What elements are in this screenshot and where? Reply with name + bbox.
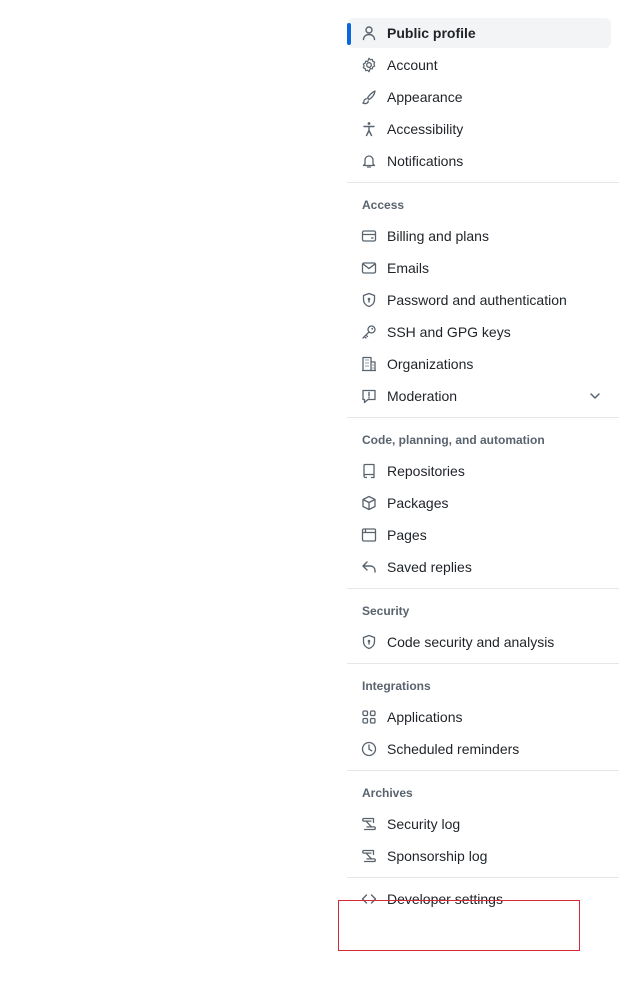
sidebar-item-label: Account — [387, 57, 438, 73]
log-icon — [361, 848, 377, 864]
shield-lock-icon — [361, 292, 377, 308]
sidebar-item-applications[interactable]: Applications — [347, 702, 619, 732]
credit-card-icon — [361, 228, 377, 244]
sidebar-item-label: Code security and analysis — [387, 634, 555, 650]
sidebar-item-public-profile[interactable]: Public profile — [347, 18, 611, 48]
bell-icon — [361, 153, 377, 169]
sidebar-item-label: Appearance — [387, 89, 463, 105]
developer-settings-highlight — [338, 900, 580, 951]
sidebar-item-password[interactable]: Password and authentication — [347, 285, 619, 315]
mail-icon — [361, 260, 377, 276]
divider — [347, 588, 619, 589]
divider — [347, 770, 619, 771]
sidebar-item-repositories[interactable]: Repositories — [347, 456, 619, 486]
sidebar-item-notifications[interactable]: Notifications — [347, 146, 619, 176]
sidebar-item-moderation[interactable]: Moderation — [347, 381, 619, 411]
repo-icon — [361, 463, 377, 479]
reply-icon — [361, 559, 377, 575]
sidebar-item-label: Billing and plans — [387, 228, 489, 244]
sidebar-item-saved-replies[interactable]: Saved replies — [347, 552, 619, 582]
accessibility-icon — [361, 121, 377, 137]
sidebar-item-security-log[interactable]: Security log — [347, 809, 619, 839]
gear-icon — [361, 57, 377, 73]
sidebar-item-packages[interactable]: Packages — [347, 488, 619, 518]
divider — [347, 663, 619, 664]
sidebar-item-code-security[interactable]: Code security and analysis — [347, 627, 619, 657]
section-heading-code-planning-automation: Code, planning, and automation — [362, 433, 545, 447]
sidebar-item-label: Sponsorship log — [387, 848, 488, 864]
paintbrush-icon — [361, 89, 377, 105]
sidebar-item-pages[interactable]: Pages — [347, 520, 619, 550]
key-icon — [361, 324, 377, 340]
browser-icon — [361, 527, 377, 543]
sidebar-item-label: Accessibility — [387, 121, 464, 137]
shield-lock-icon — [361, 634, 377, 650]
sidebar-item-label: Public profile — [387, 25, 476, 41]
sidebar-item-label: Repositories — [387, 463, 465, 479]
sidebar-item-label: Scheduled reminders — [387, 741, 520, 757]
divider — [347, 182, 619, 183]
chevron-down-icon[interactable] — [587, 388, 603, 404]
sidebar-item-label: Security log — [387, 816, 461, 832]
settings-sidebar: Public profile Account Appearance Access… — [347, 18, 619, 916]
sidebar-item-organizations[interactable]: Organizations — [347, 349, 619, 379]
sidebar-item-label: Saved replies — [387, 559, 472, 575]
sidebar-item-label: SSH and GPG keys — [387, 324, 511, 340]
log-icon — [361, 816, 377, 832]
sidebar-item-appearance[interactable]: Appearance — [347, 82, 619, 112]
sidebar-item-label: Organizations — [387, 356, 474, 372]
sidebar-item-emails[interactable]: Emails — [347, 253, 619, 283]
sidebar-item-sponsorship-log[interactable]: Sponsorship log — [347, 841, 619, 871]
person-icon — [361, 25, 377, 41]
section-heading-integrations: Integrations — [362, 679, 431, 693]
report-icon — [361, 388, 377, 404]
sidebar-item-label: Pages — [387, 527, 427, 543]
apps-icon — [361, 709, 377, 725]
divider — [347, 417, 619, 418]
section-heading-access: Access — [362, 198, 405, 212]
package-icon — [361, 495, 377, 511]
section-heading-security: Security — [362, 604, 410, 618]
sidebar-item-label: Moderation — [387, 388, 458, 404]
sidebar-item-label: Emails — [387, 260, 430, 276]
sidebar-item-account[interactable]: Account — [347, 50, 619, 80]
sidebar-item-label: Notifications — [387, 153, 464, 169]
sidebar-item-label: Password and authentication — [387, 292, 567, 308]
sidebar-item-label: Applications — [387, 709, 463, 725]
sidebar-item-label: Packages — [387, 495, 449, 511]
section-heading-archives: Archives — [362, 786, 413, 800]
organization-icon — [361, 356, 377, 372]
divider — [347, 877, 619, 878]
sidebar-item-billing[interactable]: Billing and plans — [347, 221, 619, 251]
sidebar-item-scheduled-reminders[interactable]: Scheduled reminders — [347, 734, 619, 764]
clock-icon — [361, 741, 377, 757]
sidebar-item-accessibility[interactable]: Accessibility — [347, 114, 619, 144]
sidebar-item-ssh-gpg[interactable]: SSH and GPG keys — [347, 317, 619, 347]
